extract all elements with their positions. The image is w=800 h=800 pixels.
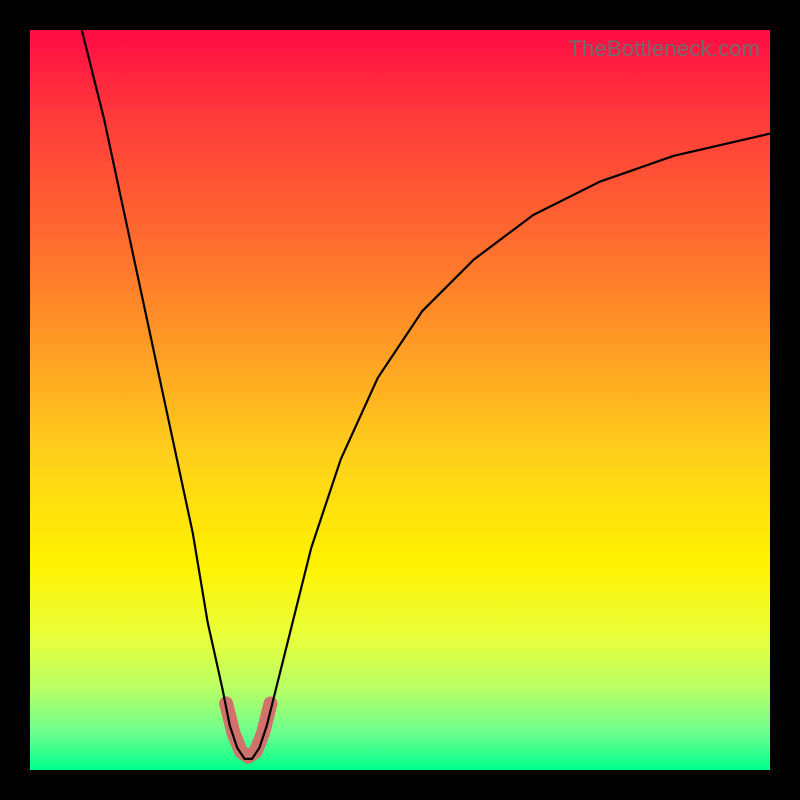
chart-frame: TheBottleneck.com [30,30,770,770]
optimal-region-highlight [226,703,270,756]
bottleneck-curve [82,30,770,759]
watermark-text: TheBottleneck.com [568,36,760,62]
chart-svg [30,30,770,770]
